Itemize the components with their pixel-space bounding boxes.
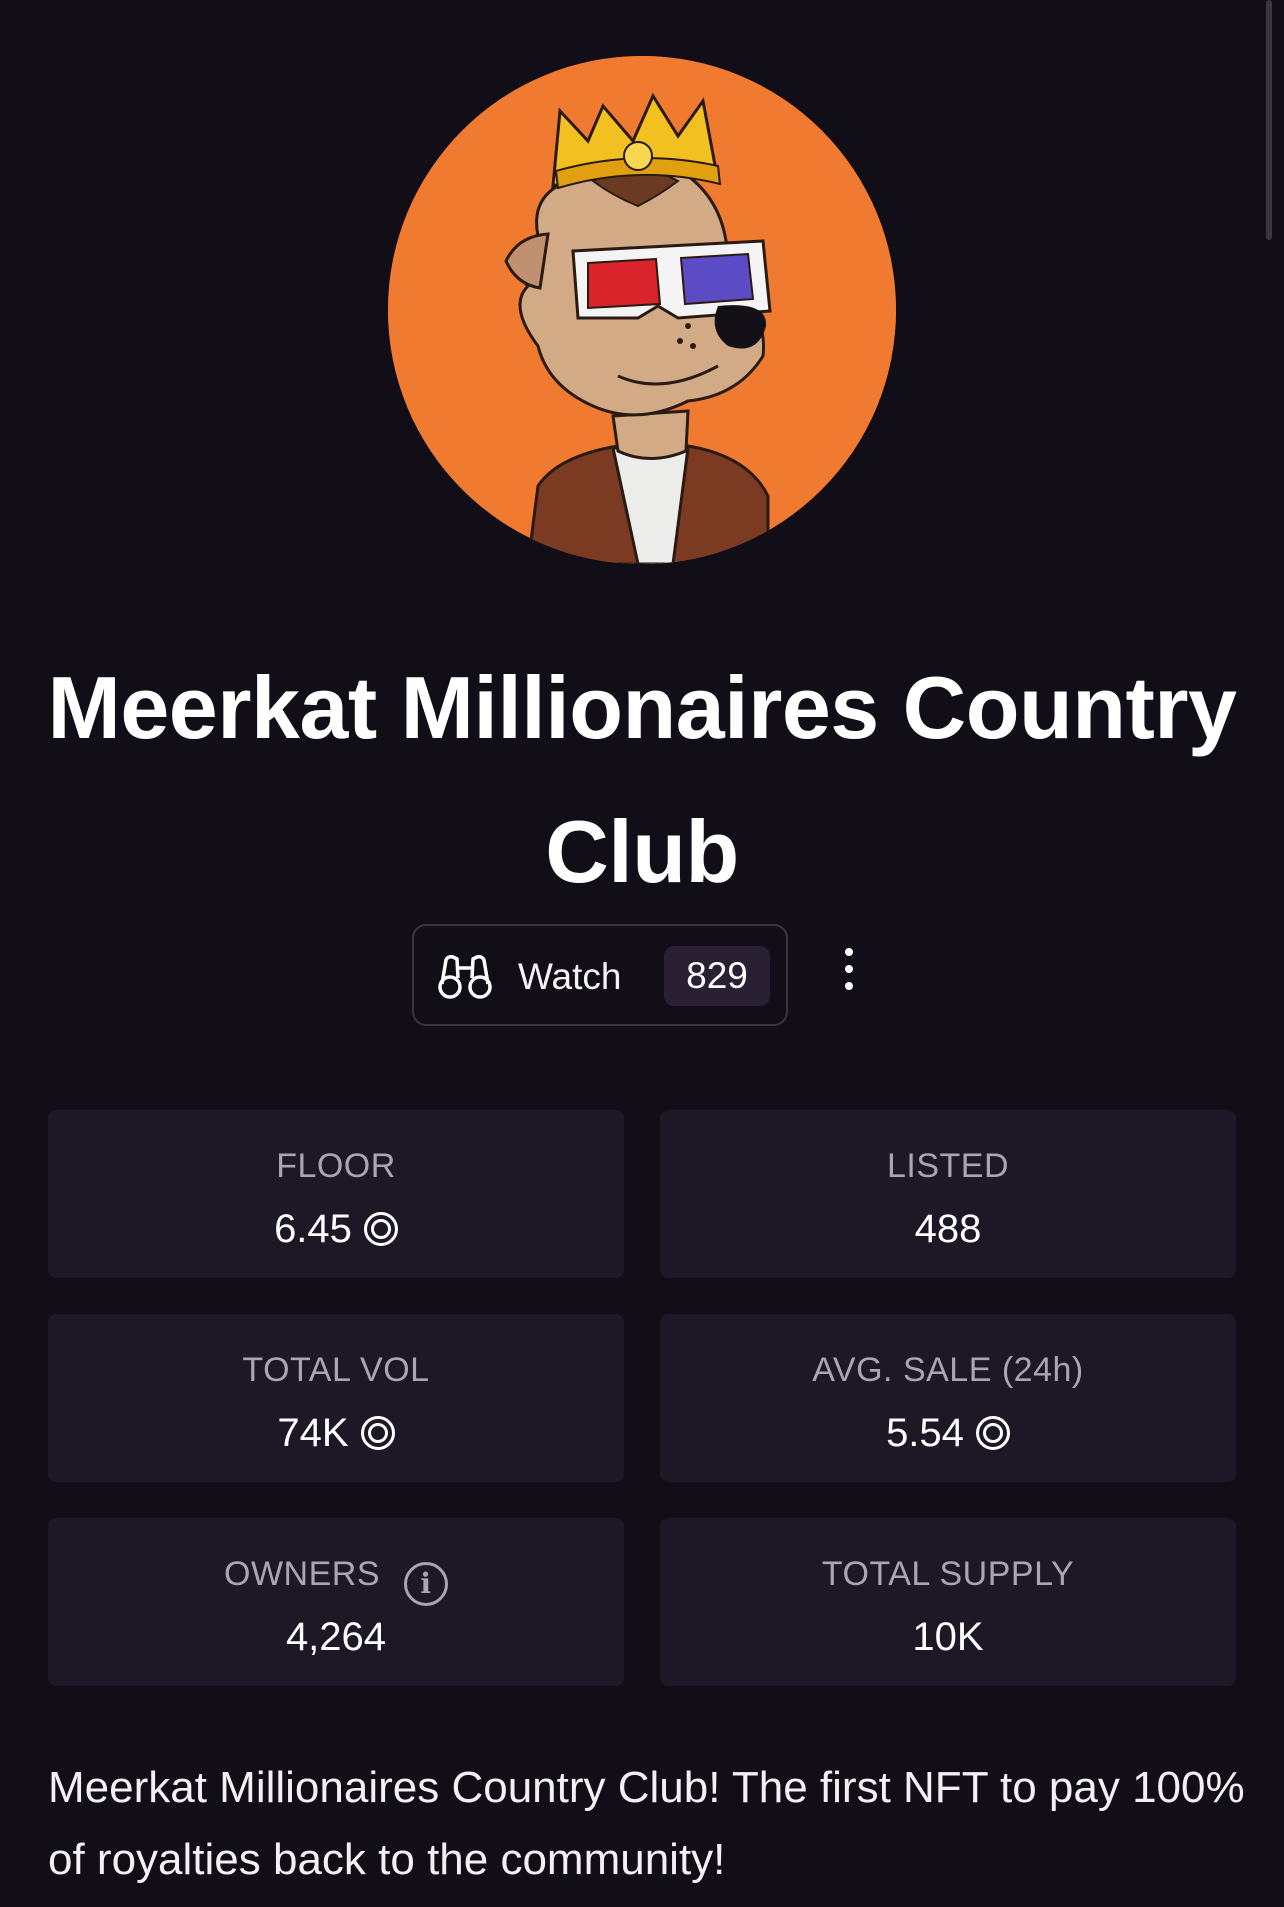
sol-icon <box>363 1212 398 1246</box>
scrollbar[interactable] <box>1266 0 1272 240</box>
stat-value-row: 5.54 <box>660 1410 1236 1456</box>
stat-value-row: 74K <box>48 1410 624 1456</box>
meerkat-avatar-icon <box>388 56 896 564</box>
stat-value-row: 4,264 <box>48 1614 624 1660</box>
stat-value: 4,264 <box>285 1615 387 1659</box>
stat-value-row: 488 <box>660 1206 1236 1252</box>
watch-label: Watch <box>518 956 622 997</box>
stat-label: TOTAL VOL <box>242 1351 430 1389</box>
collection-page: Meerkat Millionaires Country Club Watch … <box>0 0 1284 1907</box>
stat-value: 6.45 <box>274 1207 352 1251</box>
stat-card-total-vol: TOTAL VOL 74K <box>48 1314 624 1482</box>
collection-title: Meerkat Millionaires Country Club <box>47 658 1237 901</box>
stat-value: 74K <box>277 1411 349 1455</box>
stat-card-total-supply: TOTAL SUPPLY 10K <box>660 1518 1236 1686</box>
watch-count-badge: 829 <box>664 946 770 1006</box>
stat-label-row: OWNERS i <box>48 1554 624 1606</box>
watch-button[interactable]: Watch 829 <box>412 924 788 1026</box>
stat-label: LISTED <box>886 1147 1010 1185</box>
stat-value-row: 6.45 <box>48 1206 624 1252</box>
sol-icon <box>975 1416 1010 1450</box>
collection-avatar <box>388 56 896 564</box>
stat-label: OWNERS <box>224 1555 380 1593</box>
more-vertical-icon[interactable] <box>836 944 862 994</box>
binoculars-icon <box>438 955 492 999</box>
stat-value: 5.54 <box>886 1411 964 1455</box>
stat-card-owners: OWNERS i 4,264 <box>48 1518 624 1686</box>
sol-icon <box>360 1416 395 1450</box>
collection-description: Meerkat Millionaires Country Club! The f… <box>48 1763 1245 1884</box>
stat-label: AVG. SALE (24h) <box>812 1351 1084 1389</box>
stat-label: TOTAL SUPPLY <box>821 1555 1075 1593</box>
stat-card-floor: FLOOR 6.45 <box>48 1110 624 1278</box>
stat-card-listed: LISTED 488 <box>660 1110 1236 1278</box>
stat-card-avg-sale: AVG. SALE (24h) 5.54 <box>660 1314 1236 1482</box>
info-icon[interactable]: i <box>404 1562 448 1606</box>
stat-value: 10K <box>912 1615 984 1659</box>
stat-value: 488 <box>914 1207 982 1251</box>
stat-value-row: 10K <box>660 1614 1236 1660</box>
stat-label: FLOOR <box>276 1147 396 1185</box>
